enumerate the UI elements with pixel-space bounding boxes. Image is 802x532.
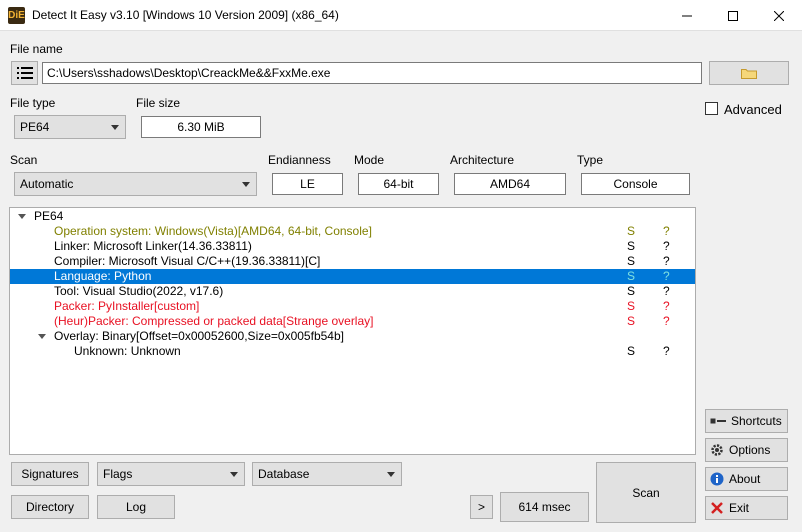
more-button[interactable]: > [470,495,493,519]
tree-row-s: S [627,314,636,328]
open-file-button[interactable] [709,61,789,85]
tree-row[interactable]: PE64 [10,209,695,224]
tree-row-text: Tool: Visual Studio(2022, v17.6) [54,284,224,298]
chevron-down-icon [111,125,119,130]
tree-row-q[interactable]: ? [663,344,670,359]
tree-row[interactable]: Tool: Visual Studio(2022, v17.6) S ? [10,284,695,299]
architecture-label: Architecture [450,153,515,167]
tree-row-selected[interactable]: Language: Python S ? [10,269,695,284]
file-type-select[interactable]: PE64 [14,115,126,139]
title-bar: DiE Detect It Easy v3.10 [Windows 10 Ver… [0,0,802,31]
endianness-label: Endianness [268,153,331,167]
file-type-value: PE64 [20,120,50,134]
architecture-field: AMD64 [454,173,566,195]
tree-row[interactable]: Packer: PyInstaller[custom] S ? [10,299,695,314]
mode-field: 64-bit [358,173,439,195]
tree-row-q[interactable]: ? [663,284,670,299]
tree-row[interactable]: (Heur)Packer: Compressed or packed data[… [10,314,695,329]
database-select[interactable]: Database [252,462,402,486]
tree-row-s: S [627,284,636,298]
advanced-label: Advanced [724,102,782,117]
flags-value: Flags [103,467,133,481]
tree-row[interactable]: Compiler: Microsoft Visual C/C++(19.36.3… [10,254,695,269]
options-label: Options [729,443,771,457]
info-icon [710,472,724,486]
shortcuts-button[interactable]: Shortcuts [705,409,788,433]
chevron-down-icon [387,472,395,477]
tree-row-s: S [627,224,636,238]
log-button[interactable]: Log [97,495,175,519]
tree-row-q[interactable]: ? [663,224,670,239]
tree-row-q[interactable]: ? [663,314,670,329]
exit-button[interactable]: Exit [705,496,788,520]
maximize-button[interactable] [710,0,756,31]
tree-row-text: Overlay: Binary[Offset=0x00052600,Size=0… [54,329,344,343]
results-tree[interactable]: PE64 Operation system: Windows(Vista)[AM… [9,207,696,455]
tree-row-text: (Heur)Packer: Compressed or packed data[… [54,314,374,328]
exit-x-icon [711,502,723,514]
tree-row-text: Operation system: Windows(Vista)[AMD64, … [54,224,372,238]
chevron-down-icon [242,182,250,187]
file-menu-button[interactable] [11,61,38,85]
type-field: Console [581,173,690,195]
tree-row-text: Unknown: Unknown [74,344,181,358]
signatures-button[interactable]: Signatures [11,462,89,486]
maximize-icon [728,10,738,21]
keyboard-icon [710,418,726,424]
close-icon [774,10,784,21]
tree-row[interactable]: Operation system: Windows(Vista)[AMD64, … [10,224,695,239]
tree-row-text: PE64 [34,209,64,223]
elapsed-time-display: 614 msec [500,492,589,522]
database-value: Database [258,467,310,481]
minimize-icon [682,15,692,16]
gear-icon [711,444,723,456]
tree-row-q[interactable]: ? [663,239,670,254]
expand-arrow-icon[interactable] [18,214,26,219]
scan-label: Scan [10,153,38,167]
tree-row-text: Packer: PyInstaller[custom] [54,299,200,313]
tree-row[interactable]: Overlay: Binary[Offset=0x00052600,Size=0… [10,329,695,344]
file-size-label: File size [136,96,181,110]
expand-arrow-icon[interactable] [38,334,46,339]
options-button[interactable]: Options [705,438,788,462]
file-path-field[interactable]: C:\Users\sshadows\Desktop\CreackMe&&FxxM… [42,62,702,84]
tree-row-text: Language: Python [54,269,152,283]
tree-row-s: S [627,254,636,268]
list-menu-icon [16,67,33,79]
file-type-label: File type [10,96,56,110]
shortcuts-label: Shortcuts [731,414,782,428]
tree-row-q[interactable]: ? [663,254,670,269]
tree-row-s: S [627,299,636,313]
scan-button[interactable]: Scan [596,462,696,523]
tree-row-q[interactable]: ? [663,269,670,284]
folder-icon [741,69,757,79]
tree-row[interactable]: Unknown: Unknown S ? [10,344,695,359]
mode-label: Mode [354,153,385,167]
directory-button[interactable]: Directory [11,495,89,519]
endianness-field: LE [272,173,343,195]
flags-select[interactable]: Flags [97,462,245,486]
tree-row-s: S [627,344,636,358]
tree-row-text: Compiler: Microsoft Visual C/C++(19.36.3… [54,254,321,268]
tree-row-q[interactable]: ? [663,299,670,314]
file-name-label: File name [10,42,63,56]
file-size-field: 6.30 MiB [141,116,261,138]
app-logo-icon: DiE [8,7,25,24]
tree-row-s: S [627,269,636,283]
minimize-button[interactable] [664,0,710,31]
advanced-checkbox[interactable] [705,102,718,115]
about-label: About [729,472,761,486]
window-title: Detect It Easy v3.10 [Windows 10 Version… [32,8,339,22]
scan-mode-select[interactable]: Automatic [14,172,257,196]
chevron-down-icon [230,472,238,477]
close-button[interactable] [756,0,802,31]
tree-row-s: S [627,239,636,253]
tree-row-text: Linker: Microsoft Linker(14.36.33811) [54,239,252,253]
about-button[interactable]: About [705,467,788,491]
type-label: Type [577,153,604,167]
tree-row[interactable]: Linker: Microsoft Linker(14.36.33811) S … [10,239,695,254]
exit-label: Exit [729,501,750,515]
scan-mode-value: Automatic [20,177,74,191]
